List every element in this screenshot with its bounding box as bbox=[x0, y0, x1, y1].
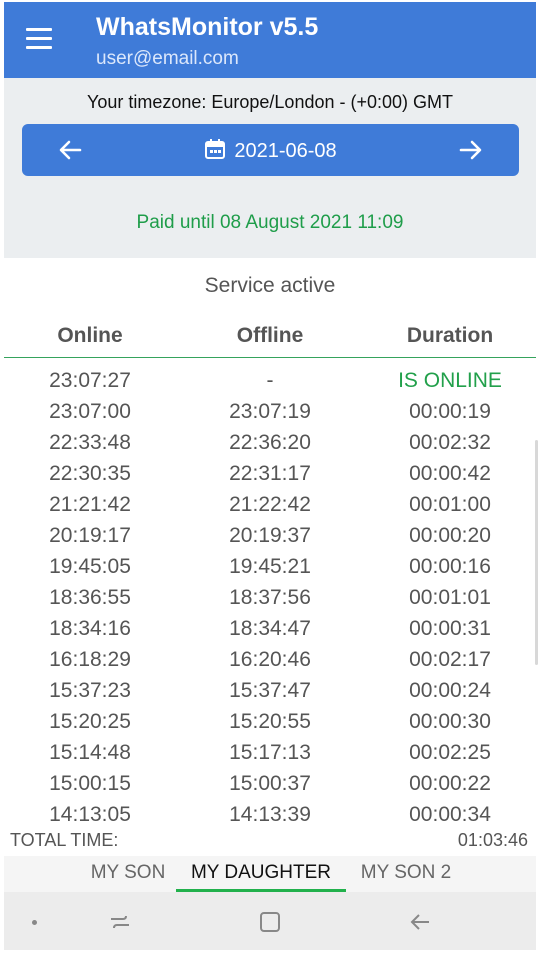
offline-cell: 18:37:56 bbox=[229, 586, 311, 609]
online-cell: 15:00:15 bbox=[49, 772, 131, 795]
selected-date: 2021-06-08 bbox=[234, 140, 337, 162]
date-navigator: 2021-06-08 bbox=[22, 124, 519, 176]
table-row: 23:07:27 - IS ONLINE bbox=[0, 365, 540, 396]
table-row: 15:14:48 15:17:13 00:02:25 bbox=[0, 737, 540, 768]
offline-cell: 22:36:20 bbox=[229, 431, 311, 454]
duration-cell: IS ONLINE bbox=[398, 369, 502, 392]
duration-cell: 00:00:16 bbox=[409, 555, 491, 578]
column-header-online: Online bbox=[57, 324, 123, 347]
scrollbar[interactable] bbox=[535, 440, 538, 665]
tab-my-son[interactable]: MY SON bbox=[80, 856, 176, 892]
online-cell: 22:30:35 bbox=[49, 462, 131, 485]
column-header-offline: Offline bbox=[236, 324, 304, 347]
table-row: 14:13:05 14:13:39 00:00:34 bbox=[0, 799, 540, 830]
hamburger-menu-icon[interactable] bbox=[26, 28, 54, 52]
online-cell: 15:20:25 bbox=[49, 710, 131, 733]
account-email: user@email.com bbox=[96, 48, 239, 69]
offline-cell: 15:17:13 bbox=[229, 741, 311, 764]
online-cell: 15:14:48 bbox=[49, 741, 131, 764]
duration-cell: 00:00:22 bbox=[409, 772, 491, 795]
timezone-label: Your timezone: Europe/London - (+0:00) G… bbox=[86, 92, 454, 112]
home-icon[interactable] bbox=[258, 910, 282, 939]
tab-my-son-2[interactable]: MY SON 2 bbox=[346, 856, 466, 892]
offline-cell: 19:45:21 bbox=[229, 555, 311, 578]
header-divider bbox=[4, 357, 536, 358]
table-row: 18:36:55 18:37:56 00:01:01 bbox=[0, 582, 540, 613]
calendar-icon bbox=[204, 138, 226, 160]
date-picker-button[interactable]: 2021-06-08 bbox=[22, 138, 519, 163]
online-cell: 20:19:17 bbox=[49, 524, 131, 547]
duration-cell: 00:02:17 bbox=[409, 648, 491, 671]
arrow-right-icon[interactable] bbox=[457, 136, 485, 164]
table-row: 18:34:16 18:34:47 00:00:31 bbox=[0, 613, 540, 644]
online-cell: 23:07:00 bbox=[49, 400, 131, 423]
table-row: 22:30:35 22:31:17 00:00:42 bbox=[0, 458, 540, 489]
recent-apps-icon[interactable] bbox=[108, 910, 132, 939]
online-cell: 14:13:05 bbox=[49, 803, 131, 826]
back-icon[interactable] bbox=[408, 910, 432, 939]
offline-cell: 15:00:37 bbox=[229, 772, 311, 795]
table-row: 15:37:23 15:37:47 00:00:24 bbox=[0, 675, 540, 706]
column-header-duration: Duration bbox=[406, 324, 494, 347]
offline-cell: 14:13:39 bbox=[229, 803, 311, 826]
duration-cell: 00:00:19 bbox=[409, 400, 491, 423]
sessions-table[interactable]: 23:07:27 - IS ONLINE 23:07:00 23:07:19 00:00:… bbox=[0, 365, 540, 830]
online-cell: 19:45:05 bbox=[49, 555, 131, 578]
offline-cell: 22:31:17 bbox=[229, 462, 311, 485]
duration-cell: 00:00:24 bbox=[409, 679, 491, 702]
table-row: 22:33:48 22:36:20 00:02:32 bbox=[0, 427, 540, 458]
table-row: 16:18:29 16:20:46 00:02:17 bbox=[0, 644, 540, 675]
online-cell: 18:36:55 bbox=[49, 586, 131, 609]
tab-my-daughter[interactable]: MY DAUGHTER bbox=[176, 856, 346, 892]
online-cell: 21:21:42 bbox=[49, 493, 131, 516]
table-row: 23:07:00 23:07:19 00:00:19 bbox=[0, 396, 540, 427]
online-cell: 16:18:29 bbox=[49, 648, 131, 671]
table-row: 15:20:25 15:20:55 00:00:30 bbox=[0, 706, 540, 737]
total-time-label: TOTAL TIME: bbox=[10, 830, 119, 850]
table-row: 21:21:42 21:22:42 00:01:00 bbox=[0, 489, 540, 520]
offline-cell: 16:20:46 bbox=[229, 648, 311, 671]
info-panel: Your timezone: Europe/London - (+0:00) G… bbox=[4, 78, 536, 258]
table-row: 15:00:15 15:00:37 00:00:22 bbox=[0, 768, 540, 799]
offline-cell: 20:19:37 bbox=[229, 524, 311, 547]
duration-cell: 00:02:32 bbox=[409, 431, 491, 454]
offline-cell: 18:34:47 bbox=[229, 617, 311, 640]
duration-cell: 00:00:34 bbox=[409, 803, 491, 826]
offline-cell: 15:20:55 bbox=[229, 710, 311, 733]
contact-tabs: MY SON MY DAUGHTER MY SON 2 bbox=[80, 856, 466, 892]
duration-cell: 00:00:20 bbox=[409, 524, 491, 547]
duration-cell: 00:00:30 bbox=[409, 710, 491, 733]
online-cell: 23:07:27 bbox=[49, 369, 131, 392]
total-time-value: 01:03:46 bbox=[457, 830, 528, 850]
duration-cell: 00:01:01 bbox=[409, 586, 491, 609]
online-cell: 22:33:48 bbox=[49, 431, 131, 454]
offline-cell: 23:07:19 bbox=[229, 400, 311, 423]
online-cell: 15:37:23 bbox=[49, 679, 131, 702]
system-navigation-bar bbox=[4, 892, 536, 950]
app-title: WhatsMonitor v5.5 bbox=[96, 13, 319, 41]
online-cell: 18:34:16 bbox=[49, 617, 131, 640]
offline-cell: 21:22:42 bbox=[229, 493, 311, 516]
duration-cell: 00:02:25 bbox=[409, 741, 491, 764]
offline-cell: 15:37:47 bbox=[229, 679, 311, 702]
duration-cell: 00:00:31 bbox=[409, 617, 491, 640]
app-bar: WhatsMonitor v5.5 user@email.com bbox=[4, 2, 536, 78]
table-row: 19:45:05 19:45:21 00:00:16 bbox=[0, 551, 540, 582]
duration-cell: 00:00:42 bbox=[409, 462, 491, 485]
offline-cell: - bbox=[266, 369, 274, 392]
duration-cell: 00:01:00 bbox=[409, 493, 491, 516]
subscription-status: Paid until 08 August 2021 11:09 bbox=[136, 212, 404, 233]
service-status: Service active bbox=[204, 274, 336, 297]
table-row: 20:19:17 20:19:37 00:00:20 bbox=[0, 520, 540, 551]
dot-icon[interactable] bbox=[32, 920, 37, 925]
